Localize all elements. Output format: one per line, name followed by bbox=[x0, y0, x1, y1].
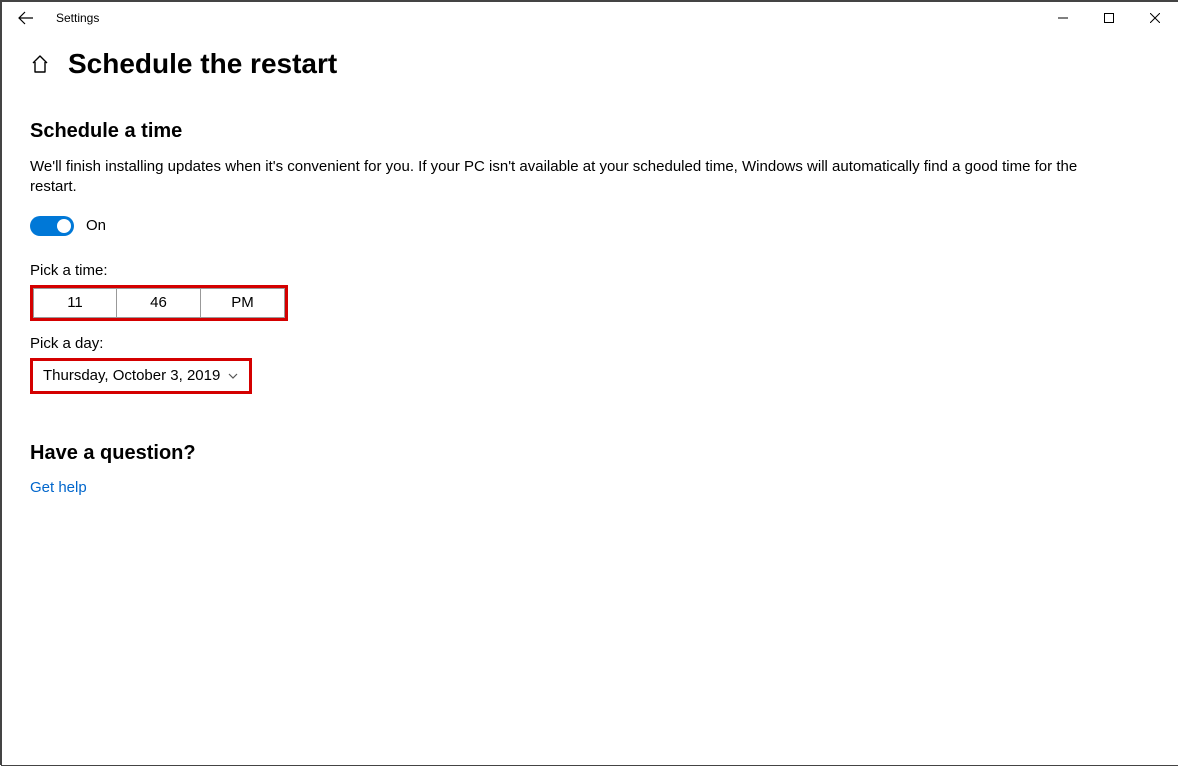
schedule-toggle-row: On bbox=[30, 216, 1150, 236]
arrow-left-icon bbox=[18, 10, 34, 26]
time-minute[interactable]: 46 bbox=[117, 288, 201, 318]
minimize-icon bbox=[1058, 13, 1068, 23]
page-header: Schedule the restart bbox=[30, 48, 1150, 80]
titlebar: Settings bbox=[2, 2, 1178, 34]
time-picker[interactable]: 11 46 PM bbox=[30, 285, 288, 321]
get-help-link[interactable]: Get help bbox=[30, 479, 1150, 496]
toggle-state-label: On bbox=[86, 217, 106, 234]
content-area: Schedule the restart Schedule a time We'… bbox=[2, 34, 1178, 496]
back-button[interactable] bbox=[2, 2, 50, 34]
day-picker[interactable]: Thursday, October 3, 2019 bbox=[30, 358, 252, 394]
close-icon bbox=[1150, 13, 1160, 23]
schedule-heading: Schedule a time bbox=[30, 120, 1150, 143]
time-hour[interactable]: 11 bbox=[33, 288, 117, 318]
schedule-description: We'll finish installing updates when it'… bbox=[30, 157, 1115, 198]
app-name: Settings bbox=[50, 11, 99, 25]
pick-day-label: Pick a day: bbox=[30, 335, 1150, 352]
time-period[interactable]: PM bbox=[201, 288, 285, 318]
schedule-toggle[interactable] bbox=[30, 216, 74, 236]
close-button[interactable] bbox=[1132, 2, 1178, 34]
chevron-down-icon bbox=[227, 370, 239, 382]
day-value: Thursday, October 3, 2019 bbox=[43, 367, 220, 384]
maximize-icon bbox=[1104, 13, 1114, 23]
toggle-knob bbox=[57, 219, 71, 233]
minimize-button[interactable] bbox=[1040, 2, 1086, 34]
window-controls bbox=[1040, 2, 1178, 34]
help-heading: Have a question? bbox=[30, 442, 1150, 465]
page-title: Schedule the restart bbox=[68, 48, 337, 80]
pick-time-label: Pick a time: bbox=[30, 262, 1150, 279]
home-icon[interactable] bbox=[30, 54, 50, 74]
maximize-button[interactable] bbox=[1086, 2, 1132, 34]
